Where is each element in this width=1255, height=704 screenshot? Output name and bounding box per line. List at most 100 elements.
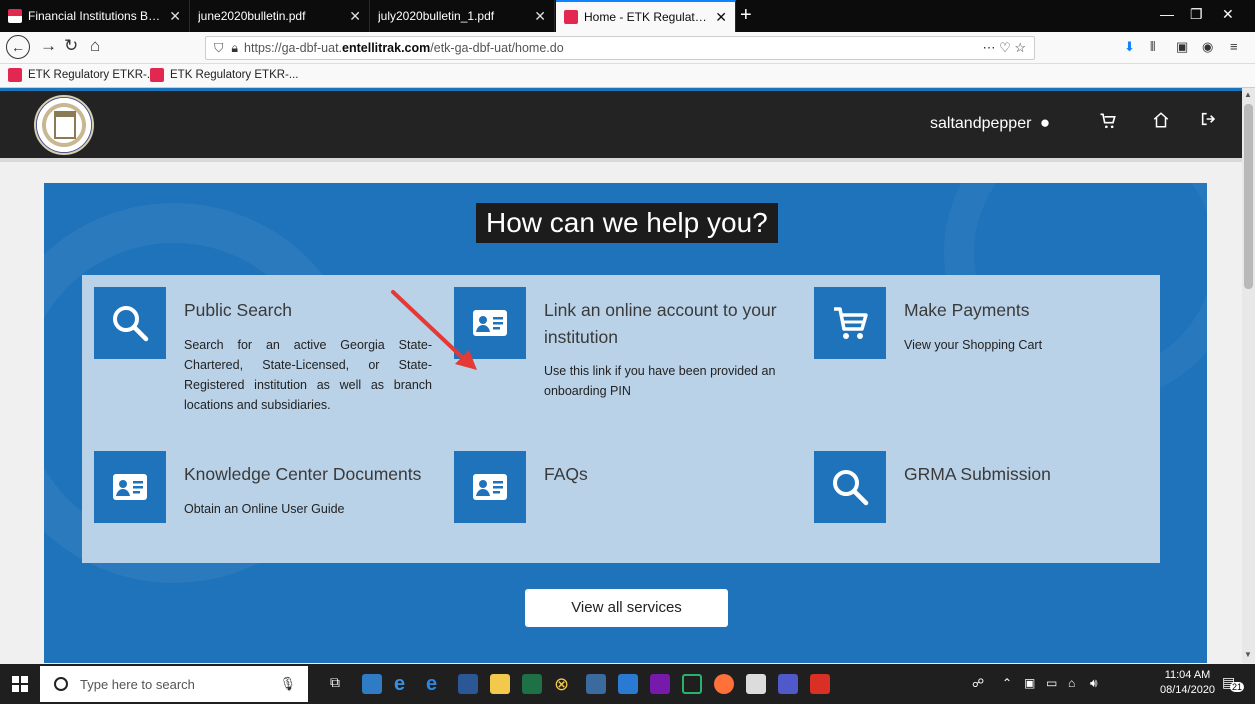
- taskbar-search-box[interactable]: Type here to search 🎙︎: [40, 666, 308, 702]
- browser-tab-strip: Financial Institutions Bulletin (2 ✕ jun…: [0, 0, 1255, 32]
- state-seal-logo[interactable]: [34, 95, 94, 155]
- page-actions-icon[interactable]: ⋯ ♡ ☆: [982, 40, 1026, 56]
- search-icon: [94, 287, 166, 359]
- service-make-payments[interactable]: Make Payments View your Shopping Cart: [814, 287, 1144, 417]
- downloads-icon[interactable]: ⬇: [1124, 39, 1135, 55]
- excel-icon[interactable]: [522, 674, 542, 694]
- user-circle-icon: ●: [1039, 113, 1051, 132]
- close-window-icon[interactable]: ✕: [1222, 6, 1234, 23]
- cortana-circle-icon: [54, 677, 68, 691]
- windows-start-icon[interactable]: [12, 676, 28, 697]
- id-card-icon: [454, 451, 526, 523]
- service-title: Link an online account to your instituti…: [544, 300, 777, 347]
- cart-icon: [814, 287, 886, 359]
- service-description: Use this link if you have been provided …: [544, 364, 776, 398]
- url-prefix: https://ga-dbf-uat.: [244, 41, 343, 55]
- tab-close-icon[interactable]: ✕: [169, 8, 181, 25]
- view-all-services-button[interactable]: View all services: [525, 589, 728, 627]
- help-title: How can we help you?: [476, 203, 778, 243]
- restore-icon[interactable]: ❐: [1190, 6, 1203, 23]
- norton-icon[interactable]: ⊗: [554, 674, 574, 694]
- bookmark-favicon-icon: [8, 68, 22, 82]
- scroll-up-arrow-icon[interactable]: ▲: [1244, 90, 1252, 99]
- tray-app-icon[interactable]: ▣: [1024, 676, 1035, 690]
- teams-icon[interactable]: [778, 674, 798, 694]
- scroll-down-arrow-icon[interactable]: ▼: [1244, 650, 1252, 659]
- back-arrow-icon[interactable]: ←: [6, 35, 30, 59]
- shield-icon[interactable]: ⛉: [214, 41, 223, 56]
- library-icon[interactable]: ⫴: [1150, 39, 1155, 55]
- url-host: entellitrak.com: [342, 41, 431, 55]
- forward-arrow-icon[interactable]: →: [40, 36, 57, 56]
- chevron-up-icon[interactable]: ⌃: [1002, 676, 1012, 690]
- onenote-icon[interactable]: [650, 674, 670, 694]
- username[interactable]: saltandpepper ●: [930, 113, 1050, 133]
- notification-center-icon[interactable]: ▤ 21: [1222, 674, 1245, 692]
- header-shadow: [0, 158, 1242, 162]
- sidebar-icon[interactable]: ▣: [1176, 39, 1188, 55]
- cart-icon[interactable]: [1098, 111, 1118, 137]
- bookmark-label: ETK Regulatory ETKR-...: [170, 69, 299, 81]
- service-description: Obtain an Online User Guide: [184, 502, 345, 516]
- app-icon[interactable]: [746, 674, 766, 694]
- microphone-icon[interactable]: 🎙︎: [279, 676, 296, 692]
- menu-icon[interactable]: ≡: [1230, 39, 1238, 54]
- annotation-arrow: [391, 290, 477, 370]
- network-icon[interactable]: ⌂: [1068, 676, 1075, 690]
- scrollbar-thumb[interactable]: [1244, 104, 1253, 289]
- outlook-icon[interactable]: [618, 674, 638, 694]
- clock-time: 11:04 AM: [1164, 669, 1211, 681]
- browser-tab[interactable]: july2020bulletin_1.pdf ✕: [370, 0, 555, 32]
- search-icon: [814, 451, 886, 523]
- edge-browser-icon[interactable]: e: [426, 674, 446, 694]
- acrobat-icon[interactable]: [810, 674, 830, 694]
- home-icon[interactable]: [1152, 111, 1170, 135]
- battery-icon[interactable]: ▭: [1046, 676, 1057, 690]
- extension-icon[interactable]: ◉: [1202, 39, 1213, 55]
- lock-icon[interactable]: 🔒︎: [231, 41, 238, 56]
- logout-icon[interactable]: [1200, 111, 1216, 133]
- username-label: saltandpepper: [930, 115, 1032, 132]
- page-scrollbar[interactable]: ▲ ▼: [1242, 88, 1255, 663]
- bookmark-item[interactable]: ETK Regulatory ETKR-...: [8, 68, 156, 82]
- task-view-icon[interactable]: ⧉: [330, 674, 350, 694]
- home-icon[interactable]: ⌂: [90, 36, 100, 56]
- tab-close-icon[interactable]: ✕: [715, 9, 727, 26]
- people-tray-icon[interactable]: ☍: [972, 676, 984, 690]
- tab-title: Home - ETK Regulatory ETKR-: [584, 10, 710, 24]
- service-title: Public Search: [184, 300, 292, 320]
- firefox-icon[interactable]: [714, 674, 734, 694]
- new-tab-button[interactable]: +: [740, 4, 752, 27]
- bookmark-label: ETK Regulatory ETKR-...: [28, 69, 157, 81]
- volume-icon[interactable]: 🔊︎: [1090, 676, 1098, 691]
- service-title: FAQs: [544, 464, 588, 484]
- service-public-search[interactable]: Public Search Search for an active Georg…: [94, 287, 434, 417]
- tab-close-icon[interactable]: ✕: [534, 8, 546, 25]
- browser-tab-active[interactable]: Home - ETK Regulatory ETKR- ✕: [556, 0, 736, 32]
- service-title: Make Payments: [904, 300, 1030, 320]
- notification-count-badge: 21: [1230, 682, 1245, 692]
- service-knowledge-center[interactable]: Knowledge Center Documents Obtain an Onl…: [94, 451, 434, 531]
- tab-favicon-icon: [564, 10, 578, 24]
- captivate-icon[interactable]: [682, 674, 702, 694]
- file-explorer-icon[interactable]: [490, 674, 510, 694]
- taskbar-clock[interactable]: 11:04 AM 08/14/2020: [1160, 668, 1215, 698]
- browser-tab[interactable]: june2020bulletin.pdf ✕: [190, 0, 370, 32]
- bookmark-item[interactable]: ETK Regulatory ETKR-...: [150, 68, 298, 82]
- url-bar[interactable]: ⛉ 🔒︎ https://ga-dbf-uat. entellitrak.com /…: [205, 36, 1035, 60]
- taskbar-search-placeholder: Type here to search: [80, 676, 195, 692]
- service-grma-submission[interactable]: GRMA Submission: [814, 451, 1144, 531]
- minimize-icon[interactable]: —: [1160, 6, 1174, 22]
- word-icon[interactable]: [458, 674, 478, 694]
- service-link-account[interactable]: Link an online account to your instituti…: [454, 287, 804, 417]
- service-faqs[interactable]: FAQs: [454, 451, 794, 531]
- ie-browser-icon[interactable]: e: [394, 674, 414, 694]
- tab-title: july2020bulletin_1.pdf: [378, 9, 495, 23]
- people-app-icon[interactable]: [362, 674, 382, 694]
- browser-tab[interactable]: Financial Institutions Bulletin (2 ✕: [0, 0, 190, 32]
- bookmark-favicon-icon: [150, 68, 164, 82]
- tab-close-icon[interactable]: ✕: [349, 8, 361, 25]
- services-panel: Public Search Search for an active Georg…: [82, 275, 1160, 563]
- calculator-icon[interactable]: [586, 674, 606, 694]
- reload-icon[interactable]: ↻: [64, 36, 78, 56]
